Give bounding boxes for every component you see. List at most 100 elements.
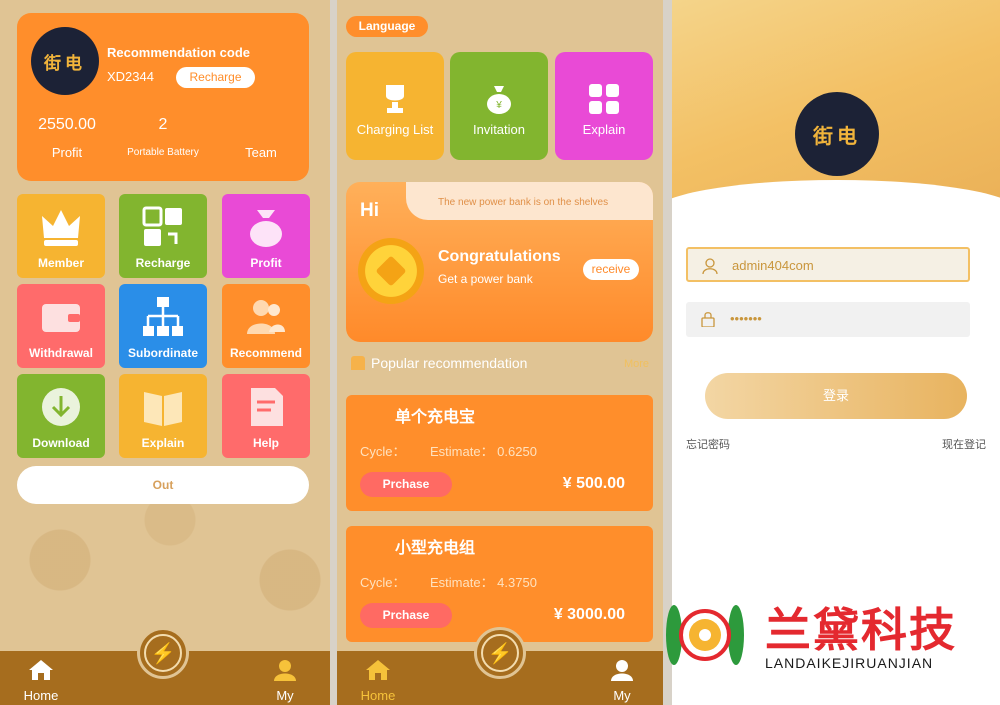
recharge-button[interactable]: Recharge xyxy=(176,67,255,88)
nav-my[interactable]: My xyxy=(592,659,652,703)
user-icon xyxy=(702,258,718,274)
document-icon xyxy=(251,388,283,426)
market-screen: Language Charging List ¥ Invitation Expl… xyxy=(337,0,663,705)
password-field[interactable]: ••••••• xyxy=(686,302,970,337)
watermark-text-cn: 兰黛科技 xyxy=(765,603,957,657)
tile-recharge[interactable]: Recharge xyxy=(119,194,207,278)
tile-explain[interactable]: Explain xyxy=(119,374,207,458)
tile-invitation[interactable]: ¥ Invitation xyxy=(450,52,548,160)
receive-button[interactable]: receive xyxy=(583,259,639,280)
lightning-icon: ⚡ xyxy=(144,634,182,672)
crown-icon xyxy=(42,210,80,246)
download-icon xyxy=(42,388,80,426)
nav-home-label: Home xyxy=(23,688,59,703)
org-chart-icon xyxy=(143,297,183,336)
product-price: ¥ 3000.00 xyxy=(553,606,625,623)
coin-icon xyxy=(358,238,424,304)
popular-title: Popular recommendation xyxy=(371,355,528,371)
forgot-password-link[interactable]: 忘记密码 xyxy=(686,436,730,452)
profit-label: Profit xyxy=(51,145,83,160)
tile-label: Recommend xyxy=(229,346,303,360)
nav-home[interactable]: Home xyxy=(11,659,71,703)
recommendation-code: XD2344 xyxy=(107,69,154,84)
battery-value: 2 xyxy=(158,116,168,133)
lightning-icon: ⚡ xyxy=(481,634,519,672)
nav-my-label: My xyxy=(276,688,294,703)
profile-card: 街电 Recommendation code XD2344 Recharge 2… xyxy=(17,13,309,181)
home-icon xyxy=(366,660,390,680)
users-icon xyxy=(247,300,285,334)
nav-my-label: My xyxy=(613,688,631,703)
fire-icon xyxy=(351,356,365,370)
tile-withdrawal[interactable]: Withdrawal xyxy=(17,284,105,368)
product-name: 小型充电组 xyxy=(395,540,476,557)
product-estimate: Estimate： 4.3750 xyxy=(430,575,537,590)
watermark-text-en: LANDAIKEJIRUANJIAN xyxy=(765,655,934,671)
recommendation-title: Recommendation code xyxy=(107,45,251,60)
product-price: ¥ 500.00 xyxy=(562,475,625,492)
language-button[interactable]: Language xyxy=(346,16,428,37)
home-icon xyxy=(29,660,53,680)
product-cycle: Cycle： xyxy=(360,575,406,590)
tile-subordinate[interactable]: Subordinate xyxy=(119,284,207,368)
tile-label: Download xyxy=(32,436,90,450)
product-estimate: Estimate： 0.6250 xyxy=(430,444,537,459)
tile-label: Invitation xyxy=(472,122,526,137)
username-value: admin404com xyxy=(732,258,814,273)
product-name: 单个充电宝 xyxy=(395,409,476,426)
profit-value: 2550.00 xyxy=(38,116,96,133)
grid-icon xyxy=(589,84,619,114)
more-link[interactable]: More xyxy=(624,358,649,370)
money-bag-icon xyxy=(250,210,282,247)
tile-label: Charging List xyxy=(356,122,434,137)
money-bag-icon: ¥ xyxy=(487,86,511,114)
user-icon xyxy=(274,660,296,681)
tile-help[interactable]: Help xyxy=(222,374,310,458)
purchase-button[interactable]: Prchase xyxy=(360,603,452,628)
logout-button[interactable]: Out xyxy=(17,466,309,504)
home-screen: 街电 Recommendation code XD2344 Recharge 2… xyxy=(0,0,330,705)
wallet-icon xyxy=(42,304,80,332)
product-card: 小型充电组 Cycle： Estimate： 4.3750 Prchase ¥ … xyxy=(346,526,653,642)
battery-label: Portable Battery xyxy=(127,147,199,158)
tile-charging-list[interactable]: Charging List xyxy=(346,52,444,160)
popular-heading: Popular recommendation xyxy=(351,355,527,371)
app-logo: 街电 xyxy=(31,27,99,95)
svg-text:¥: ¥ xyxy=(495,100,502,111)
tile-explain-grid[interactable]: Explain xyxy=(555,52,653,160)
login-button[interactable]: 登录 xyxy=(705,373,967,419)
password-value: ••••••• xyxy=(730,311,762,326)
charge-button[interactable]: ⚡ xyxy=(474,627,526,679)
product-card: 单个充电宝 Cycle： Estimate： 0.6250 Prchase ¥ … xyxy=(346,395,653,511)
tile-label: Profit xyxy=(250,256,282,270)
tile-label: Help xyxy=(252,436,279,450)
product-cycle: Cycle： xyxy=(360,444,406,459)
lock-icon xyxy=(701,312,715,327)
book-icon xyxy=(144,392,182,426)
tile-label: Explain xyxy=(141,436,185,450)
register-link[interactable]: 现在登记 xyxy=(942,436,986,452)
tile-label: Subordinate xyxy=(127,346,198,360)
tile-download[interactable]: Download xyxy=(17,374,105,458)
trophy-icon xyxy=(386,85,404,113)
charge-button[interactable]: ⚡ xyxy=(137,627,189,679)
banner-news: The new power bank is on the shelves xyxy=(438,197,609,208)
tile-profit[interactable]: Profit xyxy=(222,194,310,278)
purchase-button[interactable]: Prchase xyxy=(360,472,452,497)
banner-subtitle: Get a power bank xyxy=(438,272,533,286)
promo-banner: Hi The new power bank is on the shelves … xyxy=(346,182,653,342)
nav-home-label: Home xyxy=(360,688,396,703)
tile-label: Recharge xyxy=(135,256,191,270)
tile-member[interactable]: Member xyxy=(17,194,105,278)
user-icon xyxy=(611,660,633,681)
tile-recommend[interactable]: Recommend xyxy=(222,284,310,368)
tile-label: Withdrawal xyxy=(29,346,93,360)
team-label[interactable]: Team xyxy=(221,145,301,160)
banner-title: Congratulations xyxy=(438,248,561,265)
nav-my[interactable]: My xyxy=(255,659,315,703)
tile-label: Explain xyxy=(582,122,626,137)
username-field[interactable]: admin404com xyxy=(686,247,970,282)
app-logo: 街电 xyxy=(795,92,879,176)
exchange-icon xyxy=(142,206,182,246)
nav-home[interactable]: Home xyxy=(348,659,408,703)
